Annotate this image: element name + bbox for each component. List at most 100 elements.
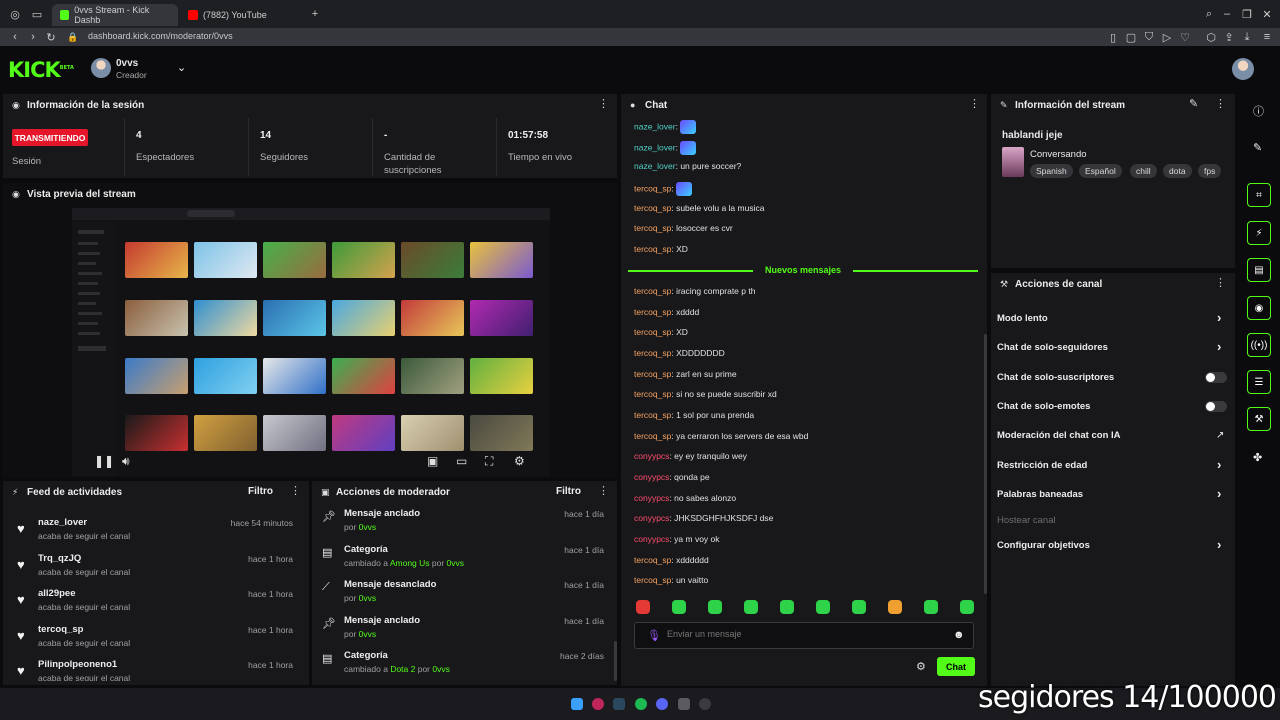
- chat-username[interactable]: tercoq_sp: [634, 327, 671, 337]
- browser-menu-icon[interactable]: ◎: [8, 7, 22, 21]
- ai-moderation-action[interactable]: Moderación del chat con IA: [997, 430, 1121, 441]
- obs-icon[interactable]: [699, 698, 711, 710]
- picture-in-picture-icon[interactable]: ▣: [427, 454, 438, 468]
- discord-icon[interactable]: [656, 698, 668, 710]
- calculator-icon[interactable]: [678, 698, 690, 710]
- database-icon[interactable]: ☰: [1247, 370, 1271, 394]
- emote-icon[interactable]: [672, 600, 686, 614]
- chat-username[interactable]: tercoq_sp: [634, 203, 671, 213]
- more-options-icon[interactable]: ⋮: [290, 486, 301, 497]
- followers-only-action[interactable]: Chat de solo-seguidores: [997, 342, 1108, 353]
- stream-video-player[interactable]: ❚❚ 🔊︎ ▣ ▭ ⛶ ⚙: [72, 208, 550, 476]
- more-options-icon[interactable]: ⋮: [598, 99, 609, 110]
- more-options-icon[interactable]: ⋮: [598, 486, 609, 497]
- emoji-icon[interactable]: ☻: [953, 629, 965, 641]
- chat-username[interactable]: naze_lover: [634, 161, 676, 171]
- more-options-icon[interactable]: ⋮: [1215, 99, 1226, 110]
- feed-username[interactable]: Trq_qzJQ: [38, 553, 81, 564]
- emote-icon[interactable]: [780, 600, 794, 614]
- emote-icon[interactable]: [744, 600, 758, 614]
- screen-capture-icon[interactable]: ⌗: [1247, 183, 1271, 207]
- slow-mode-action[interactable]: Modo lento: [997, 313, 1048, 324]
- banned-words-action[interactable]: Palabras baneadas: [997, 489, 1083, 500]
- reload-icon[interactable]: ↻: [44, 30, 58, 44]
- wrench-icon[interactable]: ⚒: [1247, 407, 1271, 431]
- shield-icon[interactable]: ⛉: [1142, 30, 1156, 44]
- chevron-right-icon[interactable]: ›: [1217, 537, 1221, 552]
- chat-username[interactable]: conyypcs: [634, 451, 669, 461]
- feed-username[interactable]: naze_lover: [38, 517, 87, 528]
- chat-username[interactable]: tercoq_sp: [634, 369, 671, 379]
- chat-username[interactable]: tercoq_sp: [634, 244, 671, 254]
- emote-icon[interactable]: [924, 600, 938, 614]
- chevron-right-icon[interactable]: ›: [1217, 339, 1221, 354]
- chat-username[interactable]: conyypcs: [634, 493, 669, 503]
- chat-username[interactable]: tercoq_sp: [634, 307, 671, 317]
- feed-username[interactable]: Pilinpolpeoneno1: [38, 659, 117, 670]
- chat-username[interactable]: tercoq_sp: [634, 389, 671, 399]
- steam-icon[interactable]: [613, 698, 625, 710]
- chat-username[interactable]: tercoq_sp: [634, 575, 671, 585]
- channel-avatar[interactable]: [91, 58, 111, 78]
- emote-picker-icon[interactable]: [636, 600, 650, 614]
- external-link-icon[interactable]: ↗: [1216, 430, 1224, 441]
- emote-icon[interactable]: [816, 600, 830, 614]
- spotify-icon[interactable]: [635, 698, 647, 710]
- bolt-icon[interactable]: ⚡︎: [1247, 221, 1271, 245]
- microphone-icon[interactable]: 🎙︎: [647, 629, 661, 642]
- feed-filter-button[interactable]: Filtro: [248, 486, 273, 497]
- chat-username[interactable]: tercoq_sp: [634, 348, 671, 358]
- extensions-icon[interactable]: ⬡: [1204, 30, 1218, 44]
- edit-pencil-icon[interactable]: ✎: [1189, 99, 1198, 110]
- pause-icon[interactable]: ❚❚: [94, 454, 114, 468]
- chat-username[interactable]: naze_lover: [634, 142, 676, 152]
- chat-settings-gear-icon[interactable]: ⚙: [916, 660, 926, 673]
- emote-icon[interactable]: [852, 600, 866, 614]
- search-icon[interactable]: ⌕: [1202, 7, 1216, 21]
- theater-mode-icon[interactable]: ▭: [456, 454, 467, 468]
- chat-username[interactable]: tercoq_sp: [634, 410, 671, 420]
- category-name[interactable]: Conversando: [1030, 149, 1087, 160]
- chevron-down-icon[interactable]: ⌄: [177, 61, 186, 74]
- age-restriction-action[interactable]: Restricción de edad: [997, 460, 1087, 471]
- scrollbar[interactable]: [614, 641, 617, 681]
- emotes-only-toggle[interactable]: [1205, 401, 1227, 412]
- opera-browser-icon[interactable]: [592, 698, 604, 710]
- download-icon[interactable]: ⤓: [1240, 30, 1254, 44]
- feed-username[interactable]: tercoq_sp: [38, 624, 83, 635]
- url-field[interactable]: dashboard.kick.com/moderator/0vvs: [88, 31, 233, 41]
- more-options-icon[interactable]: ⋮: [969, 99, 980, 110]
- chat-username[interactable]: tercoq_sp: [634, 286, 671, 296]
- chat-username[interactable]: conyypcs: [634, 472, 669, 482]
- windows-start-icon[interactable]: [571, 698, 583, 710]
- chat-username[interactable]: conyypcs: [634, 513, 669, 523]
- tab-kick-dashboard[interactable]: 0vvs Stream - Kick Dashb: [52, 4, 178, 26]
- screenshot-icon[interactable]: ▢: [1124, 30, 1138, 44]
- volume-icon[interactable]: 🔊︎: [122, 454, 130, 469]
- maximize-icon[interactable]: ❐: [1240, 7, 1254, 21]
- info-icon[interactable]: ⓘ: [1253, 103, 1264, 119]
- chat-input-box[interactable]: 🎙︎ ☻: [634, 622, 974, 649]
- document-icon[interactable]: ▤: [1247, 258, 1271, 282]
- chevron-right-icon[interactable]: ›: [1217, 486, 1221, 501]
- feed-username[interactable]: all29pee: [38, 588, 76, 599]
- chat-scrollbar[interactable]: [984, 334, 987, 594]
- configure-goals-action[interactable]: Configurar objetivos: [997, 540, 1090, 551]
- emote-icon[interactable]: [960, 600, 974, 614]
- workspaces-icon[interactable]: ▭: [30, 7, 44, 21]
- more-options-icon[interactable]: ⋮: [1215, 278, 1226, 289]
- add-widget-icon[interactable]: ✤: [1253, 451, 1262, 464]
- user-avatar[interactable]: [1232, 58, 1254, 80]
- chat-username[interactable]: tercoq_sp: [634, 223, 671, 233]
- share-icon[interactable]: ⇪: [1222, 30, 1236, 44]
- bookmark-icon[interactable]: ▯: [1106, 30, 1120, 44]
- play-icon[interactable]: ▷: [1160, 30, 1174, 44]
- new-tab-icon[interactable]: +: [308, 7, 322, 21]
- chat-icon[interactable]: ◉: [1247, 296, 1271, 320]
- emote-icon[interactable]: [888, 600, 902, 614]
- emote-icon[interactable]: [708, 600, 722, 614]
- broadcast-icon[interactable]: ((•)): [1247, 333, 1271, 357]
- tab-youtube[interactable]: (7882) YouTube: [180, 4, 306, 26]
- close-icon[interactable]: ✕: [1260, 7, 1274, 21]
- back-icon[interactable]: ‹: [8, 30, 22, 44]
